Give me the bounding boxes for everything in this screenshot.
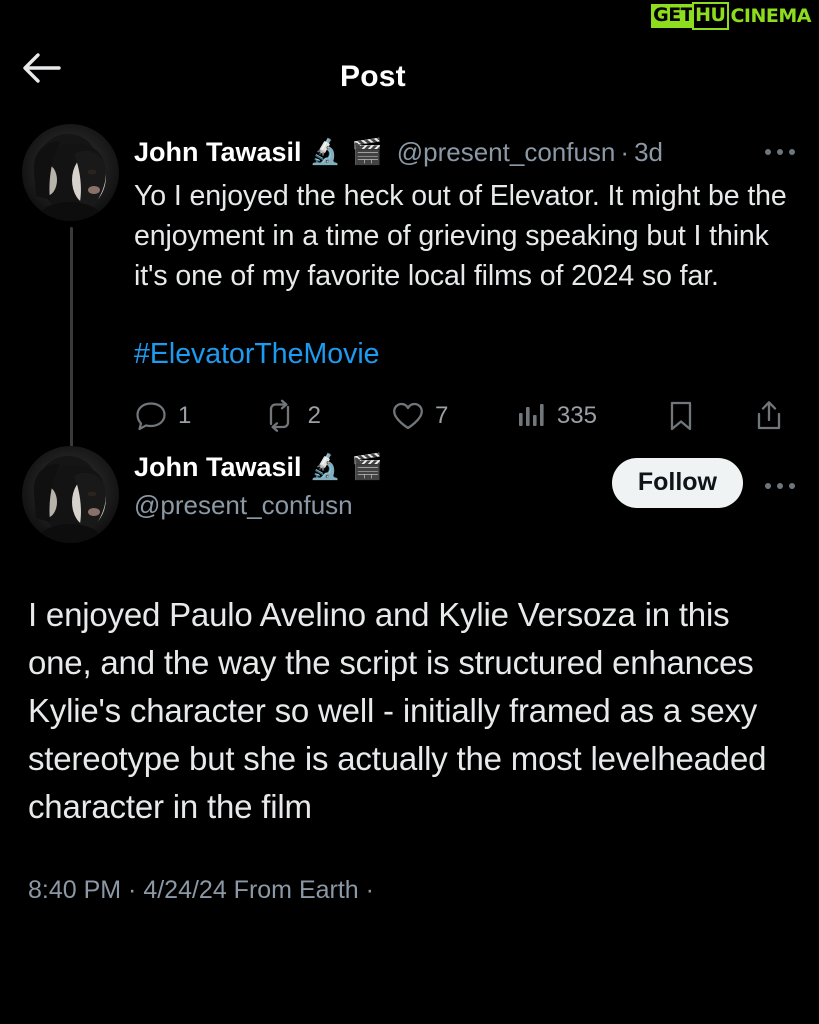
back-arrow-icon [23,53,61,83]
avatar[interactable] [22,124,119,221]
like-count: 7 [434,402,449,429]
more-dot-1 [765,149,771,155]
share-button[interactable] [734,399,785,433]
bookmark-icon [670,401,691,431]
page-title: Post [340,60,406,93]
post-thread: John Tawasil 🔬 🎬 @present_confusn · 3d Y… [0,112,819,905]
more-dot-2 [777,149,783,155]
back-button[interactable] [8,42,76,94]
more-dot-3 [789,149,795,155]
hashtag-link-elevator-the-movie[interactable]: #ElevatorTheMovie [134,334,380,374]
avatar[interactable] [22,446,119,543]
avatar-portrait-image [22,124,119,221]
parent-more-options-button[interactable] [757,134,803,170]
reply-icon [136,402,166,431]
microscope-and-clapper-emoji: 🔬 🎬 [309,137,385,166]
main-display-name[interactable]: John Tawasil [134,454,302,481]
parent-handle[interactable]: @present_confusn [397,139,616,165]
post-timestamp-meta: 8:40 PM · 4/24/24 From Earth · [28,876,374,904]
parent-tweet-body: John Tawasil 🔬 🎬 @present_confusn · 3d Y… [126,124,803,438]
watermark-cinema-text: CINEMA [730,4,811,27]
main-tweet-name-row: John Tawasil 🔬 🎬 [134,454,385,481]
parent-tweet-name-row: John Tawasil 🔬 🎬 @present_confusn · 3d [134,134,803,170]
gethu-cinema-watermark: GET HU CINEMA [651,2,811,30]
views-bar-chart-icon [518,404,544,426]
main-handle[interactable]: @present_confusn [134,491,385,520]
share-icon [757,401,781,430]
main-more-options-button[interactable] [757,468,803,504]
parent-relative-timestamp: 3d [634,137,663,167]
main-avatar-column [22,446,126,543]
parent-tweet[interactable]: John Tawasil 🔬 🎬 @present_confusn · 3d Y… [0,112,819,514]
reply-count: 1 [178,402,192,429]
watermark-get-text: GET [651,4,695,28]
bookmark-button[interactable] [666,399,734,433]
main-tweet-text: I enjoyed Paulo Avelino and Kylie Versoz… [28,596,776,825]
avatar-portrait-image [22,446,119,543]
parent-tweet-text: Yo I enjoyed the heck out of Elevator. I… [134,180,795,292]
reply-button[interactable]: 1 [134,399,262,433]
views-button[interactable]: 335 [517,401,666,431]
more-dot-3 [789,483,795,489]
parent-tweet-actions-row: 1 2 7 335 [134,394,803,438]
parent-avatar-column [22,124,126,514]
like-button[interactable]: 7 [391,400,517,432]
retweet-button[interactable]: 2 [262,399,391,433]
watermark-hu-text: HU [692,2,730,30]
more-dot-1 [765,483,771,489]
views-count: 335 [556,402,597,429]
more-dot-2 [777,483,783,489]
microscope-and-clapper-emoji: 🔬 🎬 [309,453,385,481]
parent-display-name[interactable]: John Tawasil [134,138,302,166]
parent-meta-separator: · [620,137,630,167]
main-tweet-identity: John Tawasil 🔬 🎬 @present_confusn [126,446,385,520]
retweet-icon [269,399,289,432]
main-tweet-header: John Tawasil 🔬 🎬 @present_confusn Follow [22,438,803,543]
follow-button[interactable]: Follow [611,458,743,508]
main-tweet: John Tawasil 🔬 🎬 @present_confusn Follow… [0,438,819,905]
heart-icon [393,402,423,430]
retweet-count: 2 [307,402,321,429]
